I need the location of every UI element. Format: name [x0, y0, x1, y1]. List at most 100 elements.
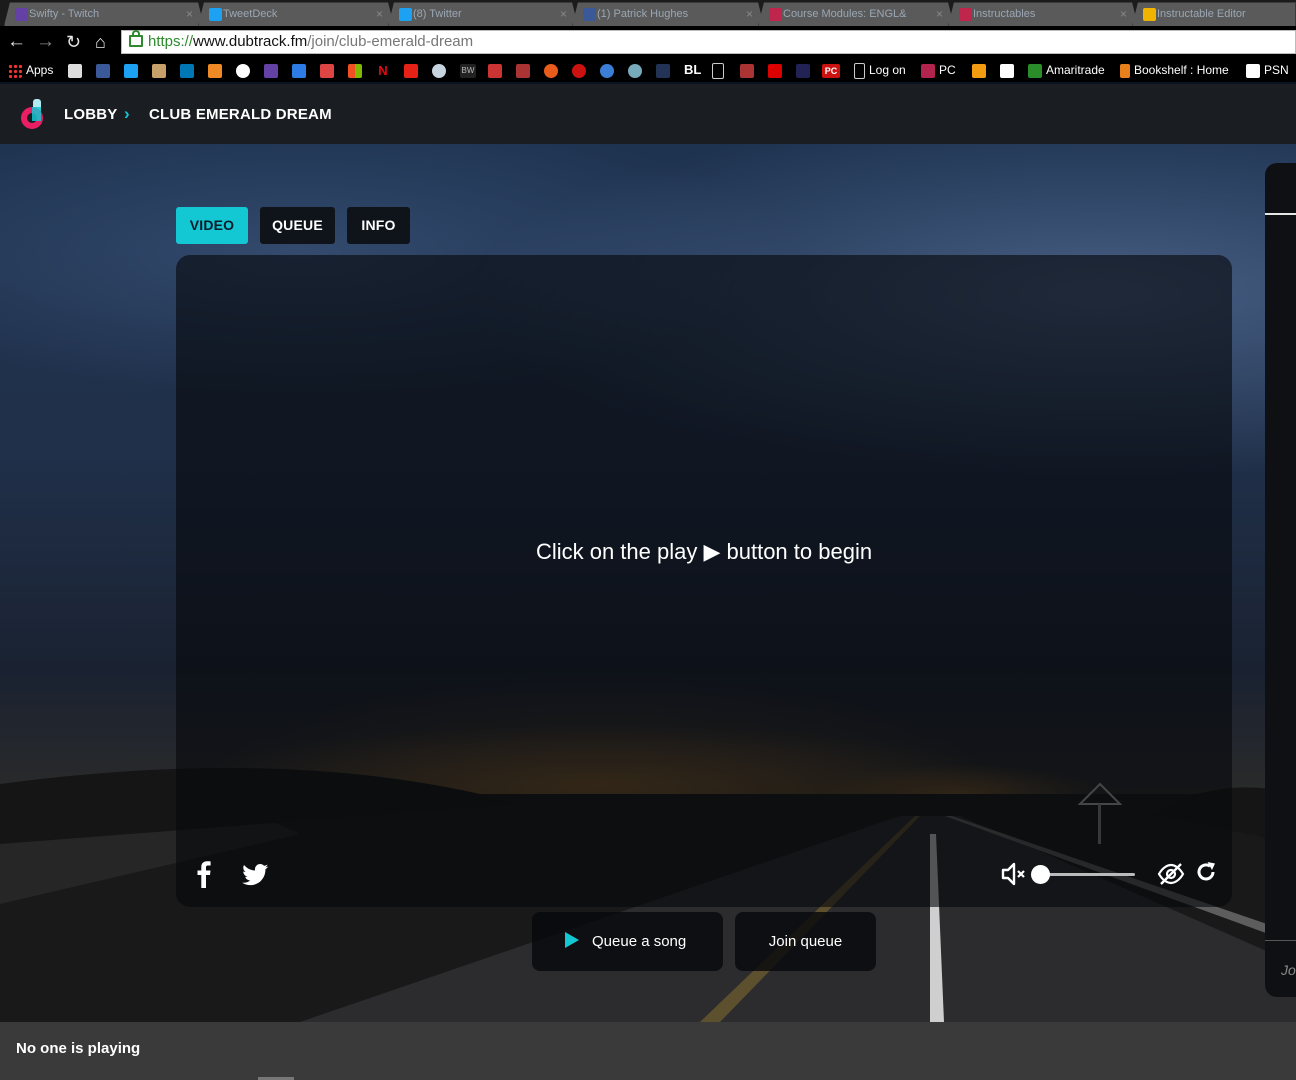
game-icon [488, 63, 502, 78]
bookmark-amazon[interactable] [972, 62, 990, 78]
instructables-icon [959, 8, 972, 21]
browser-tab-tweetdeck[interactable]: TweetDeck × [198, 2, 394, 26]
bookmark-bookshelf[interactable]: Bookshelf : Home [1120, 62, 1229, 78]
tab-title: (8) Twitter [413, 8, 462, 20]
castle-icon [740, 63, 754, 78]
bookmark-messenger[interactable] [292, 62, 310, 78]
close-icon[interactable]: × [936, 3, 943, 25]
back-arrow-icon[interactable]: ← [7, 30, 26, 54]
breadcrumb-lobby[interactable]: LOBBY [64, 106, 118, 123]
browser-tab-strip: Swifty - Twitch × TweetDeck × (8) Twitte… [0, 0, 1296, 26]
bookmark-twitter[interactable] [124, 62, 142, 78]
mute-icon[interactable] [1001, 862, 1029, 886]
url-path: /join/club-emerald-dream [307, 33, 474, 50]
tab-video[interactable]: VIDEO [176, 207, 248, 244]
volume-slider-handle[interactable] [1031, 865, 1050, 884]
bookmark-red-circle[interactable] [572, 62, 590, 78]
browser-tab-twitter[interactable]: (8) Twitter × [388, 2, 578, 26]
instructure-icon [921, 63, 935, 78]
twitter-icon [124, 63, 138, 78]
tab-info[interactable]: INFO [347, 207, 410, 244]
linkedin-icon [180, 63, 194, 78]
bookmark-label: Log on [869, 63, 906, 77]
url-host: www.dubtrack.fm [193, 33, 308, 50]
bookmark-espn[interactable] [768, 62, 786, 78]
facebook-share-icon[interactable] [196, 860, 212, 888]
bookmark-orange[interactable] [544, 62, 562, 78]
bookmark-label: Apps [26, 63, 54, 77]
bookmark-steam[interactable] [432, 62, 450, 78]
playstation-icon [1246, 63, 1260, 78]
instagram-icon [152, 63, 166, 78]
instructables-robot-icon [1143, 8, 1156, 21]
join-queue-button[interactable]: Join queue [735, 912, 876, 971]
bookmark-bw[interactable]: BW [460, 62, 480, 78]
forward-arrow-icon[interactable]: → [36, 30, 55, 54]
bookmark-pc[interactable]: PC [921, 62, 956, 78]
tab-title: Instructable Editor [1157, 8, 1246, 20]
browser-tab-course-modules[interactable]: Course Modules: ENGL& × [758, 2, 954, 26]
chat-join-text[interactable]: Jo [1281, 962, 1296, 978]
bookmark-instagram[interactable] [152, 62, 170, 78]
hide-video-icon[interactable] [1157, 862, 1185, 886]
address-bar[interactable]: https://www.dubtrack.fm/join/club-emeral… [121, 30, 1296, 54]
close-icon[interactable]: × [746, 3, 753, 25]
bookmark-doc[interactable] [68, 62, 86, 78]
pc-icon: PC [822, 63, 840, 78]
bookmark-blue-circle[interactable] [600, 62, 618, 78]
bookmark-twitch[interactable] [264, 62, 282, 78]
browser-tab-twitch[interactable]: Swifty - Twitch × [4, 2, 204, 26]
bookmark-facebook[interactable] [96, 62, 114, 78]
bookmark-reddit[interactable] [236, 62, 254, 78]
dubtrack-logo[interactable] [18, 99, 48, 131]
home-icon[interactable]: ⌂ [95, 30, 106, 54]
globe-icon [628, 63, 642, 78]
url-scheme: https:// [148, 33, 194, 50]
bookmark-game[interactable] [488, 62, 506, 78]
reload-icon[interactable]: ↻ [66, 30, 81, 54]
apps-grid-icon [8, 63, 22, 78]
bookmark-microsoft[interactable] [348, 62, 366, 78]
bookshelf-icon [1120, 63, 1130, 78]
flag-icon [656, 63, 670, 78]
bookmark-paypal[interactable] [1000, 62, 1018, 78]
bookmark-runner[interactable] [516, 62, 534, 78]
chat-panel-tab-indicator [1265, 213, 1296, 215]
tab-queue[interactable]: QUEUE [260, 207, 335, 244]
play-prompt: Click on the play ▶ button to begin [535, 539, 873, 564]
bookmark-bl[interactable]: BL [684, 62, 701, 78]
browser-tab-instructables[interactable]: Instructables × [948, 2, 1138, 26]
bookmark-netflix[interactable]: N [376, 62, 394, 78]
bookmark-amaritrade[interactable]: Amaritrade [1028, 62, 1105, 78]
bookmark-tinkercad[interactable] [208, 62, 226, 78]
bookmark-page[interactable] [712, 62, 728, 79]
bookmark-linkedin[interactable] [180, 62, 198, 78]
browser-tab-facebook[interactable]: (1) Patrick Hughes × [572, 2, 764, 26]
volume-slider[interactable] [1040, 873, 1135, 876]
bookmark-slash[interactable] [796, 62, 814, 78]
bookmark-logon[interactable]: Log on [854, 62, 906, 79]
close-icon[interactable]: × [186, 3, 193, 25]
close-icon[interactable]: × [560, 3, 567, 25]
bookmark-label: PC [939, 63, 956, 77]
bookmark-gmail[interactable] [320, 62, 338, 78]
address-url: https://www.dubtrack.fm/join/club-emeral… [148, 31, 473, 53]
tab-title: TweetDeck [223, 8, 278, 20]
twitter-icon [399, 8, 412, 21]
bookmark-psn[interactable]: PSN [1246, 62, 1289, 78]
bookmark-pc-box[interactable]: PC [822, 62, 844, 78]
twitter-share-icon[interactable] [242, 864, 269, 886]
queue-song-button[interactable]: Queue a song [532, 912, 723, 971]
refresh-icon[interactable] [1195, 861, 1217, 883]
bookmark-globe[interactable] [628, 62, 646, 78]
bookmark-youtube[interactable] [404, 62, 422, 78]
bookmark-apps[interactable]: Apps [8, 62, 53, 78]
video-player[interactable] [176, 255, 1232, 907]
twitch-icon [264, 63, 278, 78]
browser-tab-instructable-editor[interactable]: Instructable Editor [1132, 2, 1296, 26]
bookmark-flag[interactable] [656, 62, 674, 78]
close-icon[interactable]: × [1120, 3, 1127, 25]
close-icon[interactable]: × [376, 3, 383, 25]
bookmark-castle[interactable] [740, 62, 758, 78]
mail-icon [320, 63, 334, 78]
